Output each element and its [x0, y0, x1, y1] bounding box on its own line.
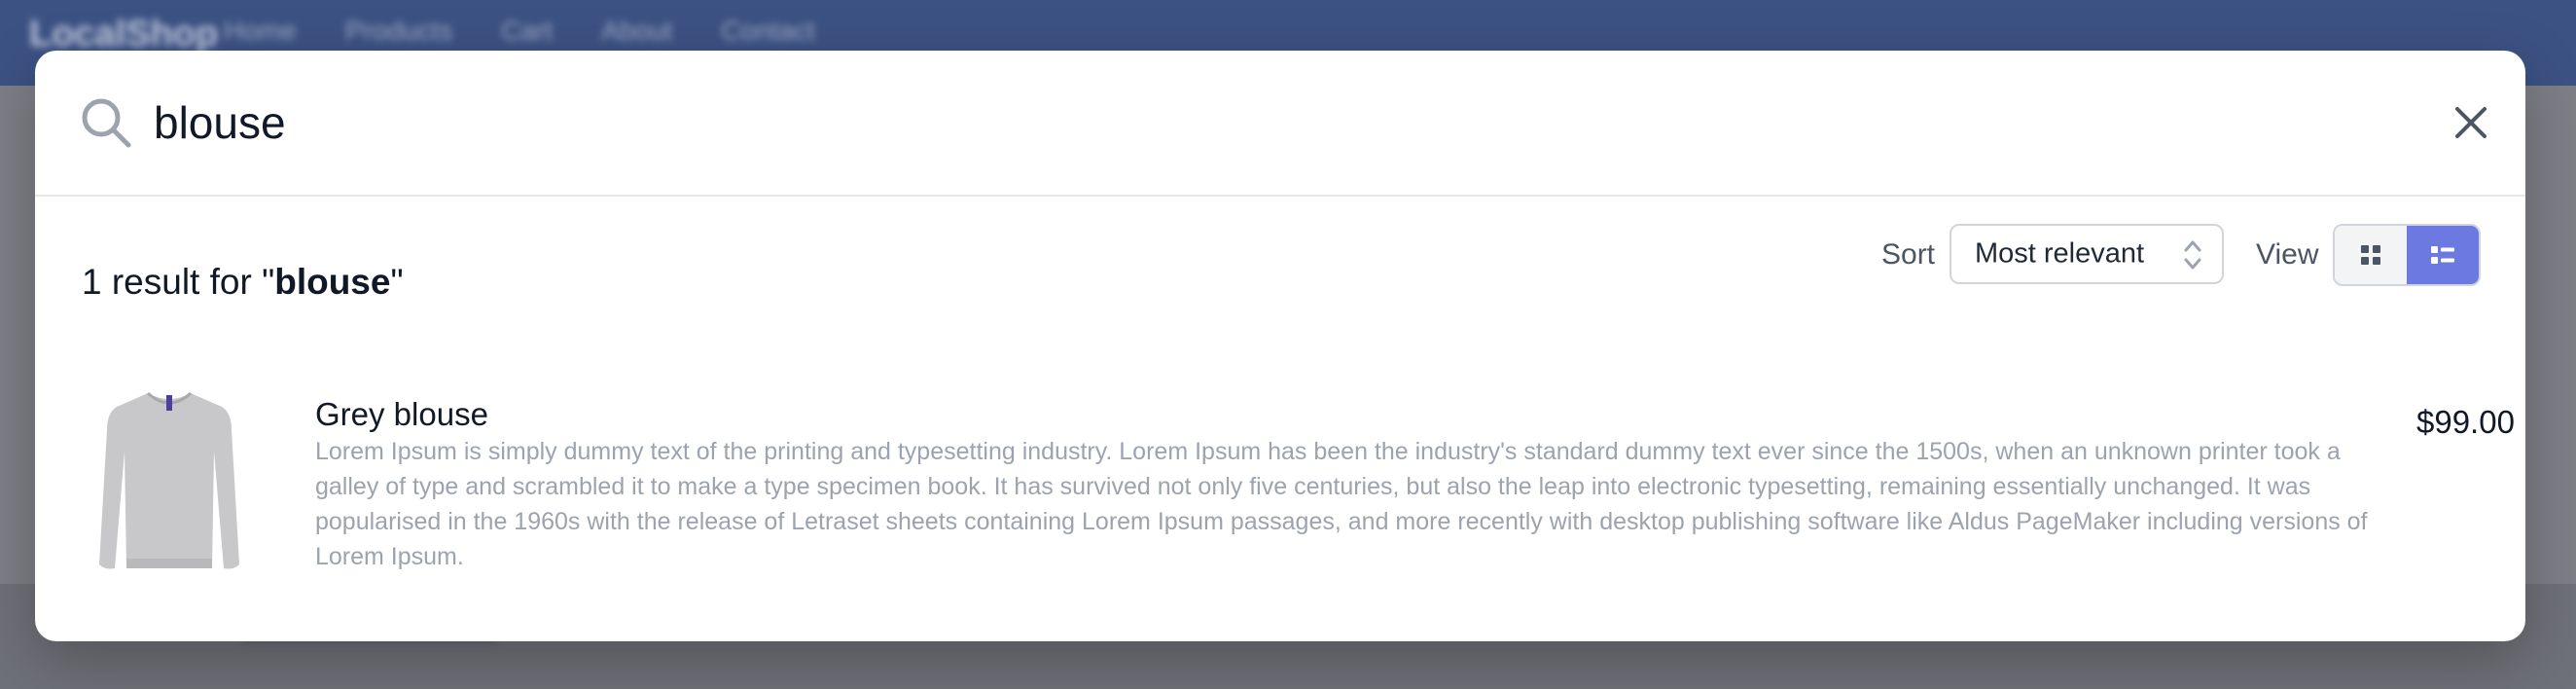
list-view-button[interactable] — [2407, 226, 2479, 284]
sort-selected-value: Most relevant — [1975, 237, 2145, 270]
result-term: blouse — [274, 262, 391, 302]
background-nav: Home Products Cart About Contact — [224, 16, 815, 47]
result-count-prefix: 1 result for " — [82, 262, 275, 302]
search-bar — [35, 51, 2525, 197]
background-nav-item: About — [601, 16, 673, 46]
search-modal: 1 result for "blouse" Sort Most relevant… — [35, 51, 2525, 641]
product-price: $99.00 — [2416, 404, 2515, 440]
product-description: Lorem Ipsum is simply dummy text of the … — [315, 438, 2368, 570]
background-nav-item: Products — [344, 16, 453, 46]
chevron-up-down-icon — [2184, 240, 2201, 270]
product-image — [99, 391, 239, 569]
result-count-suffix: " — [390, 262, 404, 302]
list-icon — [2431, 246, 2454, 264]
view-toggle — [2333, 224, 2481, 286]
background-brand: LocalShop — [29, 14, 219, 54]
search-icon — [82, 98, 131, 148]
sort-dropdown[interactable]: Most relevant — [1950, 224, 2224, 284]
view-label: View — [2256, 238, 2319, 271]
product-name[interactable]: Grey blouse — [315, 396, 488, 433]
search-input[interactable] — [154, 88, 2294, 158]
background-nav-item: Home — [224, 16, 297, 46]
background-nav-item: Contact — [721, 16, 815, 46]
close-icon[interactable] — [2451, 103, 2490, 142]
background-nav-item: Cart — [501, 16, 554, 46]
result-count: 1 result for "blouse" — [82, 262, 404, 303]
sort-label: Sort — [1881, 238, 1936, 271]
grid-icon — [2361, 245, 2380, 265]
grid-view-button[interactable] — [2335, 226, 2407, 284]
